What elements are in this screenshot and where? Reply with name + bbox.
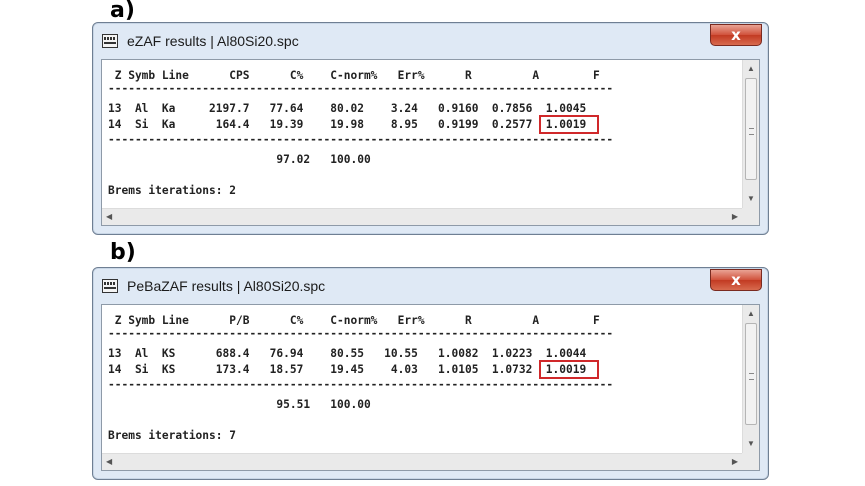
scroll-down-icon[interactable]: ▼ [747,194,755,204]
window-title: PeBaZAF results | Al80Si20.spc [127,278,326,294]
table-row-si: 14 Si Ka 164.4 19.39 19.98 8.95 0.9199 0… [108,118,587,131]
horizontal-scrollbar[interactable]: ◀ ▶ [102,453,742,470]
resize-grip-icon[interactable] [742,453,759,470]
resize-grip-icon[interactable] [742,208,759,225]
totals-row: 95.51 100.00 [108,398,371,411]
pebazaf-results-window: PeBaZAF results | Al80Si20.spc x Z Symb … [92,267,769,480]
scroll-thumb[interactable] [745,323,757,425]
separator-line: ----------------------------------------… [108,82,614,95]
panel-label-b: b) [110,240,136,265]
title-bar[interactable]: eZAF results | Al80Si20.spc x [93,23,768,59]
app-icon [102,34,118,48]
close-button[interactable]: x [710,269,762,291]
table-row-si: 14 Si KS 173.4 18.57 19.45 4.03 1.0105 1… [108,363,587,376]
highlight-box [539,115,599,134]
thumb-grip-icon [749,128,754,135]
ezaf-results-window: eZAF results | Al80Si20.spc x Z Symb Lin… [92,22,769,235]
scroll-right-icon[interactable]: ▶ [732,457,738,467]
scroll-left-icon[interactable]: ◀ [106,212,112,222]
table-row-al: 13 Al Ka 2197.7 77.64 80.02 3.24 0.9160 … [108,102,587,115]
vertical-scrollbar[interactable]: ▲ ▼ [742,60,759,208]
table-header: Z Symb Line CPS C% C-norm% Err% R A F [108,69,600,82]
thumb-grip-icon [749,373,754,380]
separator-line: ----------------------------------------… [108,378,614,391]
table-row-al: 13 Al KS 688.4 76.94 80.55 10.55 1.0082 … [108,347,587,360]
close-icon: x [731,26,741,44]
title-bar[interactable]: PeBaZAF results | Al80Si20.spc x [93,268,768,304]
table-header: Z Symb Line P/B C% C-norm% Err% R A F [108,314,600,327]
results-text-area[interactable]: Z Symb Line CPS C% C-norm% Err% R A F --… [101,59,760,226]
separator-line: ----------------------------------------… [108,133,614,146]
brems-iterations: Brems iterations: 7 [108,429,236,442]
brems-iterations: Brems iterations: 2 [108,184,236,197]
scroll-right-icon[interactable]: ▶ [732,212,738,222]
app-icon [102,279,118,293]
close-icon: x [731,271,741,289]
vertical-scrollbar[interactable]: ▲ ▼ [742,305,759,453]
scroll-left-icon[interactable]: ◀ [106,457,112,467]
scroll-down-icon[interactable]: ▼ [747,439,755,449]
scroll-thumb[interactable] [745,78,757,180]
panel-label-a: a) [110,0,135,23]
horizontal-scrollbar[interactable]: ◀ ▶ [102,208,742,225]
totals-row: 97.02 100.00 [108,153,371,166]
close-button[interactable]: x [710,24,762,46]
scroll-up-icon[interactable]: ▲ [747,309,755,319]
highlight-box [539,360,599,379]
separator-line: ----------------------------------------… [108,327,614,340]
results-text-area[interactable]: Z Symb Line P/B C% C-norm% Err% R A F --… [101,304,760,471]
scroll-up-icon[interactable]: ▲ [747,64,755,74]
window-title: eZAF results | Al80Si20.spc [127,33,299,49]
